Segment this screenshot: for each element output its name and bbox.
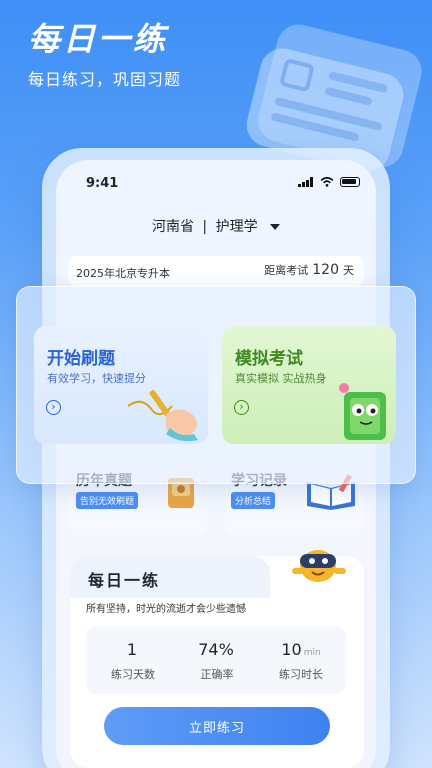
stat-value: 1 bbox=[126, 640, 138, 659]
exam-name: 2025年北京专升本 bbox=[76, 267, 170, 280]
stat-value: 10 bbox=[281, 640, 302, 659]
daily-slogan: 所有坚持，时光的流逝才会少些遗憾 bbox=[86, 604, 246, 615]
history-exams-tag: 告别无效刷题 bbox=[76, 492, 139, 509]
start-practice-now-button[interactable]: 立即练习 bbox=[104, 707, 330, 745]
mascot-icon bbox=[292, 550, 346, 582]
daily-practice-title: 每日一练 bbox=[88, 571, 161, 590]
status-time: 9:41 bbox=[86, 176, 119, 191]
hand-pen-icon bbox=[127, 390, 198, 442]
battery-icon bbox=[340, 177, 360, 187]
exam-countdown-bar: 2025年北京专升本 距离考试 120 天 bbox=[68, 256, 364, 286]
study-records-tag: 分析总结 bbox=[231, 492, 276, 509]
mock-exam-card[interactable]: 模拟考试 真实模拟 实战热身 › bbox=[222, 326, 396, 444]
hero-subtitle: 每日练习，巩固习题 bbox=[28, 70, 182, 89]
stat-value: 74% bbox=[198, 640, 234, 659]
countdown-value: 120 bbox=[312, 262, 339, 278]
wifi-icon bbox=[320, 177, 334, 187]
arrow-right-circle-icon[interactable]: › bbox=[46, 400, 61, 415]
separator: | bbox=[202, 219, 208, 235]
countdown-label: 距离考试 bbox=[264, 264, 309, 277]
hero-title: 每日一练 bbox=[28, 20, 169, 58]
signal-icon bbox=[298, 177, 313, 187]
start-practice-title: 开始刷题 bbox=[47, 349, 115, 369]
province-major-selector[interactable]: 河南省 | 护理学 bbox=[56, 216, 376, 236]
stat-label: 练习时长 bbox=[279, 668, 323, 681]
practice-stats: 1 练习天数 74% 正确率 10 min 练习时长 bbox=[86, 626, 346, 694]
arrow-right-circle-icon[interactable]: › bbox=[234, 400, 249, 415]
major-label: 护理学 bbox=[215, 219, 258, 235]
book-mascot-icon bbox=[339, 383, 386, 440]
mock-exam-subtitle: 真实模拟 实战热身 bbox=[235, 372, 327, 385]
stat-label: 练习天数 bbox=[111, 668, 155, 681]
province-label: 河南省 bbox=[151, 219, 194, 235]
chevron-down-icon bbox=[270, 224, 281, 230]
mock-exam-title: 模拟考试 bbox=[235, 349, 303, 369]
stat-unit: min bbox=[303, 648, 321, 658]
start-practice-card[interactable]: 开始刷题 有效学习，快速提分 › bbox=[34, 326, 208, 444]
status-bar: 9:41 bbox=[56, 160, 376, 204]
stat-label: 正确率 bbox=[200, 668, 234, 681]
countdown-unit: 天 bbox=[343, 264, 354, 277]
